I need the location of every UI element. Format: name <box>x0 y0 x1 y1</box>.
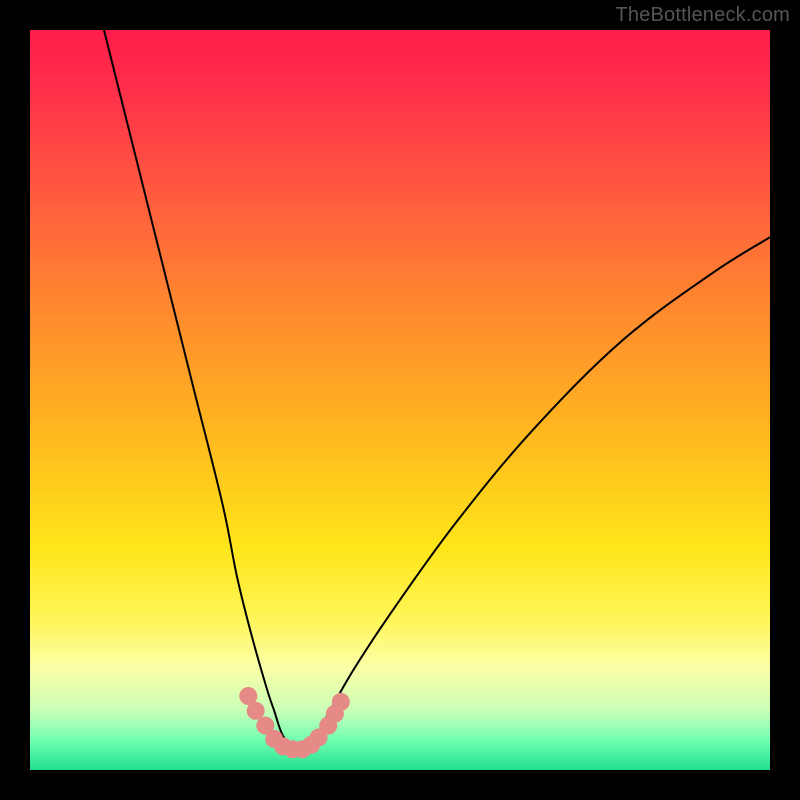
plot-area <box>30 30 770 770</box>
chart-svg <box>30 30 770 770</box>
bottleneck-curve <box>104 30 770 750</box>
marker-dot <box>247 702 265 720</box>
chart-container: TheBottleneck.com <box>0 0 800 800</box>
watermark-text: TheBottleneck.com <box>615 4 790 27</box>
marker-group <box>239 687 349 758</box>
marker-dot <box>332 693 350 711</box>
